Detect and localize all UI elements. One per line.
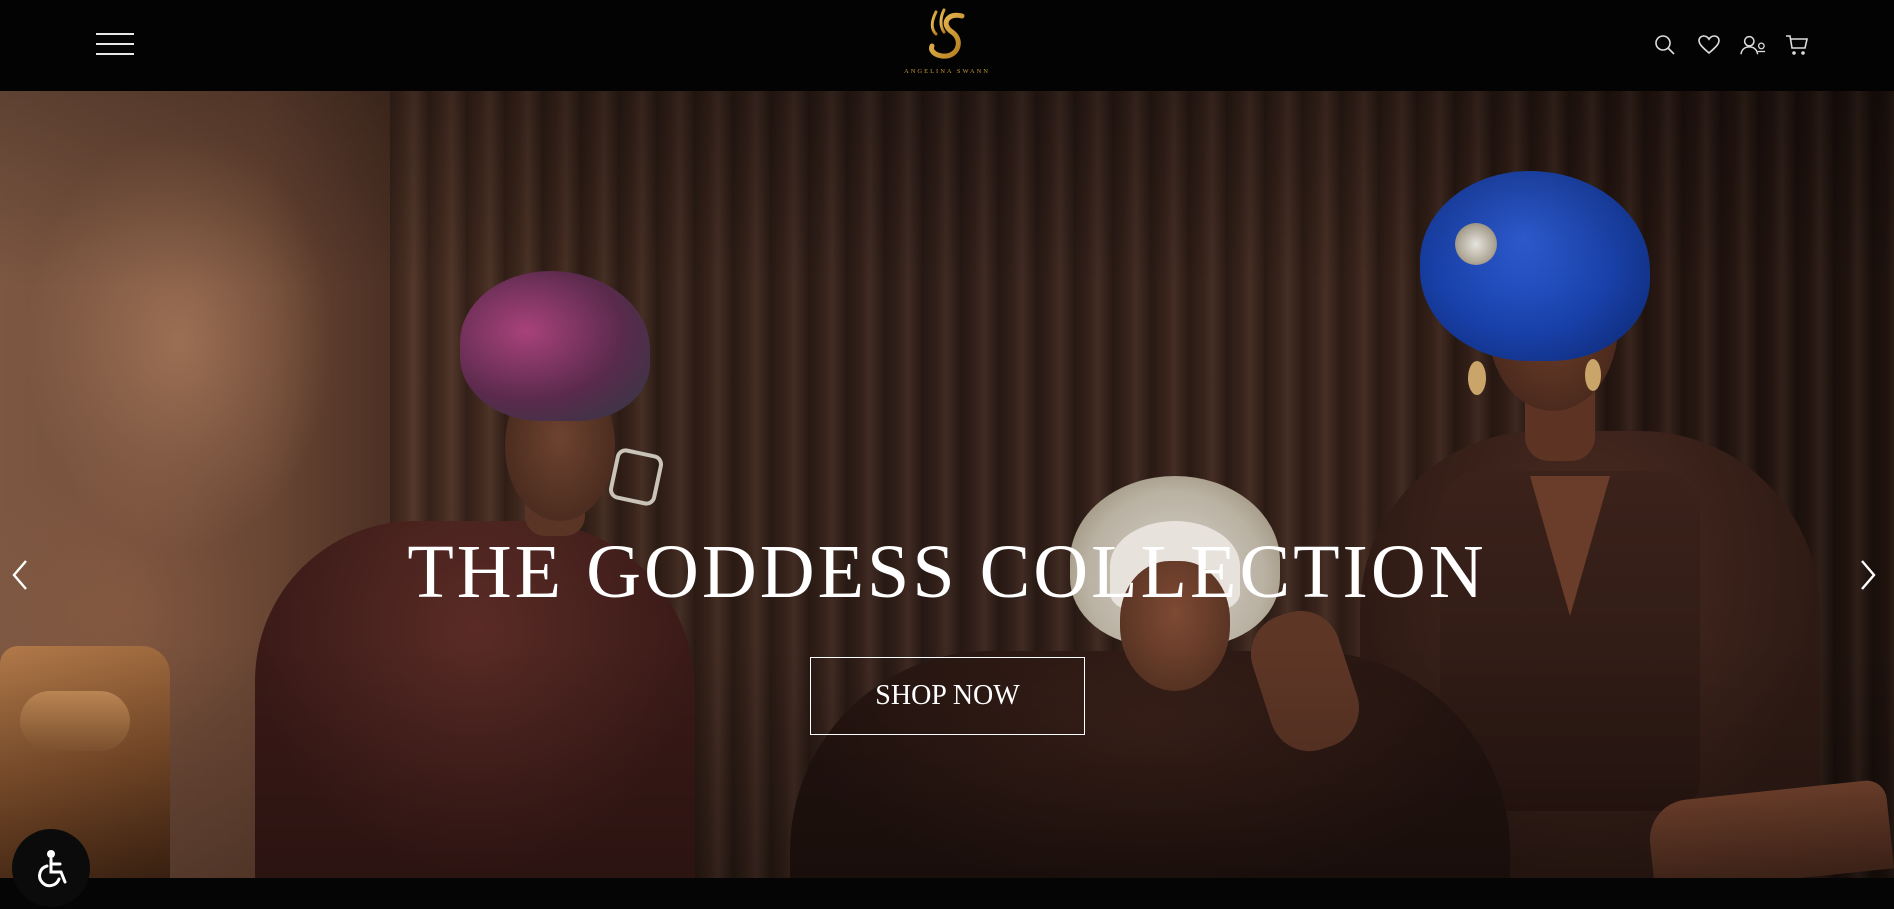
wheelchair-icon xyxy=(38,850,67,888)
brand-logo[interactable]: ANGELINA SWANN xyxy=(893,6,1001,86)
cart-icon[interactable] xyxy=(1784,32,1810,58)
hero-slider xyxy=(0,91,1894,878)
hero-overlay xyxy=(0,91,1894,878)
site-header: ANGELINA SWANN xyxy=(0,0,1894,91)
menu-icon[interactable] xyxy=(96,30,134,58)
account-icon[interactable] xyxy=(1740,32,1766,58)
search-icon[interactable] xyxy=(1652,32,1678,58)
bottom-bar xyxy=(0,878,1894,909)
accessibility-button[interactable] xyxy=(12,829,90,907)
hero-title: THE GODDESS COLLECTION xyxy=(407,530,1487,614)
heart-icon[interactable] xyxy=(1696,32,1722,58)
brand-name: ANGELINA SWANN xyxy=(904,68,990,75)
shop-now-button[interactable]: SHOP NOW xyxy=(810,657,1085,735)
header-actions xyxy=(1652,30,1810,60)
logo-mark-icon xyxy=(929,8,965,59)
